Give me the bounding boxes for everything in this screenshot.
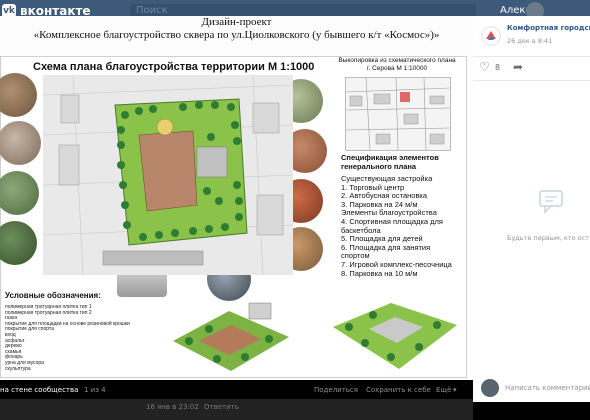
reply-time: 16 янв в 23:02 [146,403,199,411]
community-avatar[interactable] [481,26,501,46]
post-date[interactable]: 26 дек в 8:41 [507,37,552,45]
title-line-2: «Комплексное благоустройство сквера по у… [33,29,440,41]
spec-list: Существующая застройка 1. Торговый центр 2… [341,174,452,278]
site-plan [43,75,293,275]
photo-circle [0,73,37,117]
spec-title: Спецификация элементов генерального план… [341,153,439,171]
legend-item: скульптура [5,365,31,372]
chevron-down-icon[interactable]: ▾ [453,386,457,394]
schema-title: Схема плана благоустройства территории М… [33,61,315,73]
reply-link[interactable]: Ответить [204,403,239,411]
photo-counter: 1 из 4 [84,386,106,394]
render-3d-right [333,303,457,369]
comments-empty-icon [539,190,563,214]
photo-circle [0,171,39,215]
inset-title: Выкопировка из схематического плана г. С… [338,57,456,72]
photo-viewer[interactable]: Дизайн-проект «Комплексное благоустройст… [0,16,473,380]
album-link[interactable]: на стене сообщества [0,386,78,394]
save-button[interactable]: Сохранить к себе [366,386,431,394]
share-icon[interactable]: ➦ [513,60,523,74]
render-3d-left [173,302,289,371]
design-board: Схема плана благоустройства территории М… [0,56,467,378]
share-button[interactable]: Поделиться [314,386,358,394]
community-name[interactable]: Комфортная городская с [507,24,590,32]
likes-count[interactable]: 8 [495,63,500,72]
spec-item: 8. Парковка на 10 м/м [341,268,418,278]
legend-list: полимерная тротуарная плитка тип 1 полиме… [5,304,130,372]
photo-circle [0,221,37,265]
divider [473,56,590,57]
photo-sidebar: Комфортная городская с 26 дек в 8:41 ♡ 8… [473,16,590,380]
legend-title: Условные обозначения: [5,291,101,300]
photo-circle [0,121,41,165]
empty-comments-text: Будьте первым, кто ост комментарий к это… [507,234,590,242]
comment-input[interactable]: Написать комментарий... [505,384,590,392]
like-icon[interactable]: ♡ [479,60,490,74]
title-line-1: Дизайн-проект [201,16,272,28]
document-title: Дизайн-проект «Комплексное благоустройст… [0,16,473,42]
more-button[interactable]: Ещё [436,386,451,394]
divider [473,80,590,81]
inset-map [345,77,451,151]
comment-box[interactable]: Написать комментарий... [473,376,590,402]
avatar [481,379,499,397]
background-comment-row: 16 янв в 23:02 Ответить [0,399,473,420]
community-logo-icon [481,26,501,46]
